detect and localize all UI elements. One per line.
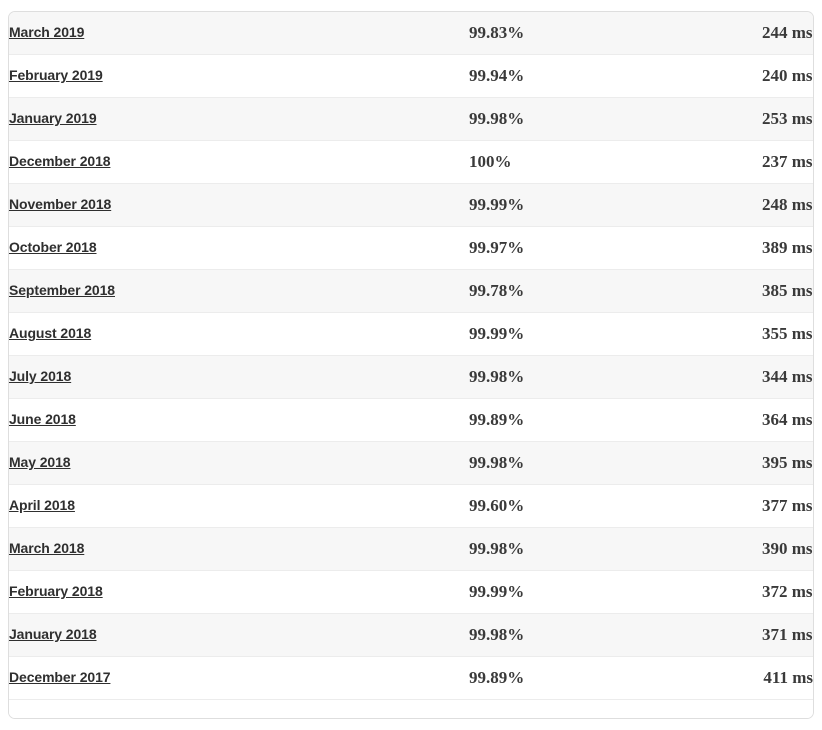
uptime-history-card: March 2019 99.83% 244 ms February 2019 99.94… bbox=[8, 11, 814, 719]
month-link[interactable]: May 2018 bbox=[9, 454, 71, 470]
table-row: February 2019 99.94% 240 ms bbox=[9, 54, 813, 98]
response-time-value: 237 ms bbox=[689, 140, 813, 184]
uptime-value: 99.94% bbox=[469, 54, 689, 98]
month-link[interactable]: November 2018 bbox=[9, 196, 111, 212]
table-row: November 2018 99.99% 248 ms bbox=[9, 183, 813, 227]
month-link[interactable]: February 2019 bbox=[9, 67, 103, 83]
uptime-value: 100% bbox=[469, 140, 689, 184]
response-time-value: 253 ms bbox=[689, 97, 813, 141]
month-cell: March 2018 bbox=[9, 527, 469, 571]
uptime-history-table: March 2019 99.83% 244 ms February 2019 99.94… bbox=[9, 12, 813, 700]
response-time-value: 344 ms bbox=[689, 355, 813, 399]
month-link[interactable]: October 2018 bbox=[9, 239, 97, 255]
response-time-value: 244 ms bbox=[689, 12, 813, 55]
uptime-value: 99.98% bbox=[469, 613, 689, 657]
uptime-table-body: March 2019 99.83% 244 ms February 2019 99.94… bbox=[9, 12, 813, 700]
month-link[interactable]: July 2018 bbox=[9, 368, 71, 384]
month-link[interactable]: June 2018 bbox=[9, 411, 76, 427]
uptime-value: 99.83% bbox=[469, 12, 689, 55]
table-row: December 2017 99.89% 411 ms bbox=[9, 656, 813, 700]
month-link[interactable]: January 2018 bbox=[9, 626, 97, 642]
rank-note: A2 Hosting is ranked #7 out of 32 hosts bbox=[303, 716, 520, 718]
month-link[interactable]: December 2017 bbox=[9, 669, 111, 685]
month-link[interactable]: January 2019 bbox=[9, 110, 97, 126]
table-row: December 2018 100% 237 ms bbox=[9, 140, 813, 184]
table-row: January 2018 99.98% 371 ms bbox=[9, 613, 813, 657]
uptime-value: 99.97% bbox=[469, 226, 689, 270]
month-cell: February 2019 bbox=[9, 54, 469, 98]
table-row: May 2018 99.98% 395 ms bbox=[9, 441, 813, 485]
month-cell: June 2018 bbox=[9, 398, 469, 442]
uptime-value: 99.60% bbox=[469, 484, 689, 528]
response-time-value: 411 ms bbox=[689, 656, 813, 700]
card-footer: A2 Hosting is ranked #7 out of 32 hosts bbox=[9, 700, 813, 718]
month-cell: December 2018 bbox=[9, 140, 469, 184]
table-row: January 2019 99.98% 253 ms bbox=[9, 97, 813, 141]
month-cell: August 2018 bbox=[9, 312, 469, 356]
response-time-value: 377 ms bbox=[689, 484, 813, 528]
table-row: June 2018 99.89% 364 ms bbox=[9, 398, 813, 442]
response-time-value: 240 ms bbox=[689, 54, 813, 98]
month-cell: December 2017 bbox=[9, 656, 469, 700]
month-link[interactable]: April 2018 bbox=[9, 497, 75, 513]
month-cell: July 2018 bbox=[9, 355, 469, 399]
uptime-value: 99.99% bbox=[469, 312, 689, 356]
month-cell: April 2018 bbox=[9, 484, 469, 528]
month-link[interactable]: September 2018 bbox=[9, 282, 115, 298]
month-link[interactable]: August 2018 bbox=[9, 325, 91, 341]
table-row: September 2018 99.78% 385 ms bbox=[9, 269, 813, 313]
month-cell: November 2018 bbox=[9, 183, 469, 227]
response-time-value: 372 ms bbox=[689, 570, 813, 614]
month-cell: February 2018 bbox=[9, 570, 469, 614]
response-time-value: 248 ms bbox=[689, 183, 813, 227]
uptime-value: 99.99% bbox=[469, 183, 689, 227]
response-time-value: 390 ms bbox=[689, 527, 813, 571]
response-time-value: 395 ms bbox=[689, 441, 813, 485]
uptime-value: 99.98% bbox=[469, 527, 689, 571]
uptime-value: 99.98% bbox=[469, 441, 689, 485]
table-row: March 2018 99.98% 390 ms bbox=[9, 527, 813, 571]
response-time-value: 371 ms bbox=[689, 613, 813, 657]
month-cell: January 2019 bbox=[9, 97, 469, 141]
table-row: July 2018 99.98% 344 ms bbox=[9, 355, 813, 399]
month-link[interactable]: February 2018 bbox=[9, 583, 103, 599]
uptime-value: 99.89% bbox=[469, 398, 689, 442]
response-time-value: 355 ms bbox=[689, 312, 813, 356]
table-row: April 2018 99.60% 377 ms bbox=[9, 484, 813, 528]
response-time-value: 364 ms bbox=[689, 398, 813, 442]
month-cell: May 2018 bbox=[9, 441, 469, 485]
table-row: October 2018 99.97% 389 ms bbox=[9, 226, 813, 270]
uptime-value: 99.98% bbox=[469, 355, 689, 399]
uptime-value: 99.78% bbox=[469, 269, 689, 313]
month-cell: October 2018 bbox=[9, 226, 469, 270]
month-link[interactable]: March 2019 bbox=[9, 24, 84, 40]
table-row: March 2019 99.83% 244 ms bbox=[9, 12, 813, 55]
month-cell: January 2018 bbox=[9, 613, 469, 657]
uptime-value: 99.99% bbox=[469, 570, 689, 614]
month-cell: March 2019 bbox=[9, 12, 469, 55]
uptime-value: 99.89% bbox=[469, 656, 689, 700]
month-cell: September 2018 bbox=[9, 269, 469, 313]
response-time-value: 389 ms bbox=[689, 226, 813, 270]
uptime-value: 99.98% bbox=[469, 97, 689, 141]
month-link[interactable]: December 2018 bbox=[9, 153, 111, 169]
response-time-value: 385 ms bbox=[689, 269, 813, 313]
month-link[interactable]: March 2018 bbox=[9, 540, 84, 556]
table-row: August 2018 99.99% 355 ms bbox=[9, 312, 813, 356]
table-row: February 2018 99.99% 372 ms bbox=[9, 570, 813, 614]
